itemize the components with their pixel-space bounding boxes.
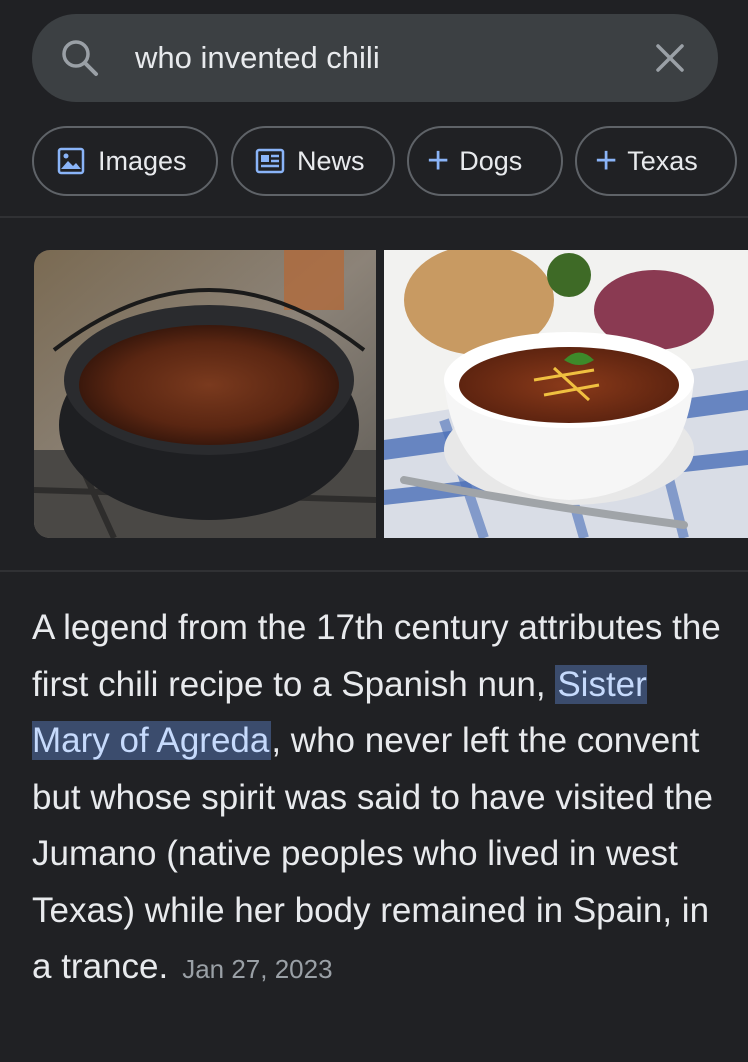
close-icon[interactable] <box>652 40 688 76</box>
featured-snippet: A legend from the 17th century attribute… <box>32 600 732 998</box>
search-icon[interactable] <box>58 36 102 80</box>
plus-icon: + <box>427 140 450 182</box>
chip-label: News <box>297 145 365 176</box>
chip-label: Images <box>98 145 187 176</box>
snippet-date: Jan 27, 2023 <box>182 954 333 984</box>
divider <box>0 216 748 218</box>
chip-dogs[interactable]: + Dogs <box>407 126 563 196</box>
divider <box>0 570 748 572</box>
chili-pot-image[interactable] <box>34 250 376 538</box>
search-header: who invented chili Images News + Dogs + … <box>0 0 748 216</box>
news-icon <box>255 146 285 176</box>
search-bar[interactable]: who invented chili <box>32 14 718 102</box>
chip-texas[interactable]: + Texas <box>575 126 737 196</box>
search-input[interactable]: who invented chili <box>135 38 380 78</box>
image-icon <box>56 146 86 176</box>
chip-news[interactable]: News <box>231 126 395 196</box>
chip-label: Texas <box>627 145 698 176</box>
filter-chips: Images News + Dogs + Texas <box>32 126 748 198</box>
plus-icon: + <box>595 140 618 182</box>
snippet-text: , who never left the convent but whose s… <box>32 721 713 986</box>
image-carousel <box>34 250 748 538</box>
chip-label: Dogs <box>459 145 523 176</box>
chip-images[interactable]: Images <box>32 126 218 196</box>
chili-bowl-image[interactable] <box>384 250 748 538</box>
